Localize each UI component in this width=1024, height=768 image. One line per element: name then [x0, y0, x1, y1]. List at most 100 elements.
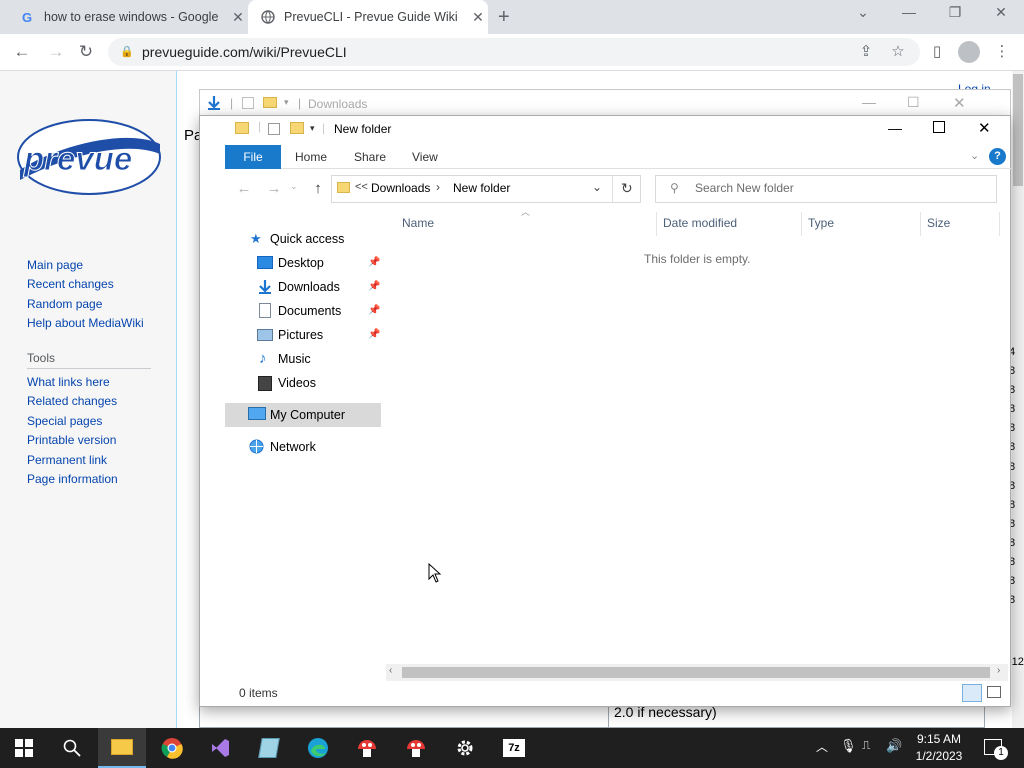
lock-icon[interactable]: 🔒 [120, 45, 134, 58]
folder-icon[interactable] [263, 97, 277, 108]
nav-item-desktop[interactable]: Desktop [278, 256, 324, 270]
nav-link-help[interactable]: Help about MediaWiki [27, 316, 144, 330]
nav-item-pictures[interactable]: Pictures [278, 328, 323, 342]
nav-quick-access[interactable]: Quick access [270, 232, 344, 246]
large-icons-view-icon[interactable] [987, 686, 1001, 698]
scroll-left-icon[interactable]: ‹ [389, 665, 392, 676]
7zip-icon[interactable]: 7z [490, 728, 538, 768]
share-icon[interactable]: ⇪ [855, 42, 877, 60]
visual-studio-icon[interactable] [196, 728, 244, 768]
address-dropdown-icon[interactable]: ⌄ [592, 180, 602, 194]
reload-button[interactable]: ↻ [74, 41, 98, 65]
taskbar-clock[interactable]: 9:15 AM 1/2/2023 [908, 731, 970, 765]
pin-icon[interactable]: 📌 [368, 305, 380, 316]
tools-link-printable-version[interactable]: Printable version [27, 433, 116, 447]
prevue-logo[interactable]: prevue [16, 118, 162, 199]
nav-link-random-page[interactable]: Random page [27, 297, 102, 311]
side-panel-icon[interactable]: ▯ [926, 42, 948, 60]
restore-button[interactable]: ❐ [940, 4, 970, 21]
close-button[interactable]: ✕ [978, 119, 991, 137]
new-tab-button[interactable]: + [498, 6, 510, 29]
properties-icon[interactable] [242, 97, 254, 109]
column-header-name[interactable]: Name [402, 216, 434, 230]
nav-item-downloads[interactable]: Downloads [278, 280, 340, 294]
ribbon-tab-share[interactable]: Share [354, 150, 386, 164]
tools-link-permanent-link[interactable]: Permanent link [27, 453, 107, 467]
tab-search-icon[interactable]: ⌄ [848, 4, 878, 21]
page-scrollbar-thumb[interactable] [1013, 74, 1023, 186]
edge-icon[interactable] [294, 728, 342, 768]
back-button[interactable]: ← [234, 180, 254, 197]
overflow-chevron[interactable]: << [355, 181, 368, 193]
browser-tab-google[interactable]: G how to erase windows - Google ✕ [8, 0, 248, 34]
nav-link-main-page[interactable]: Main page [27, 258, 83, 272]
close-window-button[interactable]: ✕ [986, 4, 1016, 21]
column-divider[interactable] [801, 212, 802, 236]
network-status-icon[interactable]: ⎍ [862, 738, 870, 753]
refresh-icon[interactable]: ↻ [621, 180, 633, 197]
mushroom-app-icon[interactable] [343, 728, 391, 768]
maximize-button[interactable] [933, 121, 945, 133]
up-button[interactable]: ↑ [308, 180, 328, 197]
minimize-button[interactable]: — [888, 120, 902, 136]
maximize-button[interactable]: ☐ [907, 94, 920, 111]
close-tab-icon[interactable]: ✕ [468, 9, 488, 26]
windows-start-icon[interactable] [0, 728, 48, 768]
horizontal-scrollbar-thumb[interactable] [402, 667, 990, 678]
new-folder-icon[interactable] [290, 122, 304, 134]
ribbon-tab-view[interactable]: View [412, 150, 438, 164]
recent-locations-icon[interactable]: ⌄ [290, 181, 298, 192]
breadcrumb-new-folder[interactable]: New folder [453, 181, 510, 195]
expand-ribbon-icon[interactable]: ⌄ [970, 149, 979, 162]
column-header-size[interactable]: Size [927, 216, 950, 230]
ribbon-tab-file[interactable]: File [225, 145, 281, 169]
mushroom-app-icon-2[interactable] [392, 728, 440, 768]
pin-icon[interactable]: 📌 [368, 329, 380, 340]
volume-icon[interactable]: 🔊 [886, 738, 902, 754]
file-explorer-taskbar-icon[interactable] [98, 728, 146, 768]
column-divider[interactable] [999, 212, 1000, 236]
browser-tab-prevue[interactable]: PrevueCLI - Prevue Guide Wiki ✕ [248, 0, 488, 34]
scroll-right-icon[interactable]: › [997, 665, 1000, 676]
pin-icon[interactable]: 📌 [368, 257, 380, 268]
tools-link-what-links-here[interactable]: What links here [27, 375, 110, 389]
pin-icon[interactable]: 📌 [368, 281, 380, 292]
qat-dropdown-icon[interactable]: ▾ [310, 123, 315, 134]
nav-item-documents[interactable]: Documents [278, 304, 341, 318]
minimize-button[interactable]: — [894, 4, 924, 20]
breadcrumb-downloads[interactable]: Downloads [371, 181, 430, 195]
forward-button[interactable]: → [44, 41, 68, 65]
chrome-icon[interactable] [148, 728, 196, 768]
back-button[interactable]: ← [10, 41, 34, 65]
search-icon[interactable] [48, 728, 96, 768]
show-hidden-icons-chevron[interactable]: ︿ [816, 738, 828, 755]
properties-icon[interactable] [268, 123, 280, 135]
nav-my-computer[interactable]: My Computer [270, 408, 345, 422]
tools-link-related-changes[interactable]: Related changes [27, 394, 117, 408]
column-header-type[interactable]: Type [808, 216, 834, 230]
nav-link-recent-changes[interactable]: Recent changes [27, 277, 114, 291]
column-divider[interactable] [656, 212, 657, 236]
nav-network[interactable]: Network [270, 440, 316, 454]
column-divider[interactable] [920, 212, 921, 236]
close-tab-icon[interactable]: ✕ [228, 9, 248, 26]
column-header-date-modified[interactable]: Date modified [663, 216, 737, 230]
menu-icon[interactable]: ⋮ [991, 42, 1013, 60]
bookmark-star-icon[interactable]: ☆ [887, 42, 909, 60]
nav-item-videos[interactable]: Videos [278, 376, 316, 390]
search-input[interactable]: Search New folder [695, 181, 794, 195]
notepad-icon[interactable] [245, 728, 293, 768]
details-view-icon[interactable] [962, 684, 982, 702]
tools-link-special-pages[interactable]: Special pages [27, 414, 102, 428]
qat-dropdown-icon[interactable]: ▾ [284, 97, 289, 108]
profile-avatar[interactable] [958, 41, 980, 63]
minimize-button[interactable]: — [862, 94, 876, 110]
microphone-icon[interactable]: 🎙 [840, 738, 857, 754]
settings-gear-icon[interactable] [441, 728, 489, 768]
forward-button[interactable]: → [264, 180, 284, 197]
help-icon[interactable]: ? [989, 148, 1006, 165]
nav-item-music[interactable]: Music [278, 352, 311, 366]
close-button[interactable]: ✕ [953, 94, 966, 112]
ribbon-tab-home[interactable]: Home [295, 150, 327, 164]
tools-link-page-information[interactable]: Page information [27, 472, 118, 486]
